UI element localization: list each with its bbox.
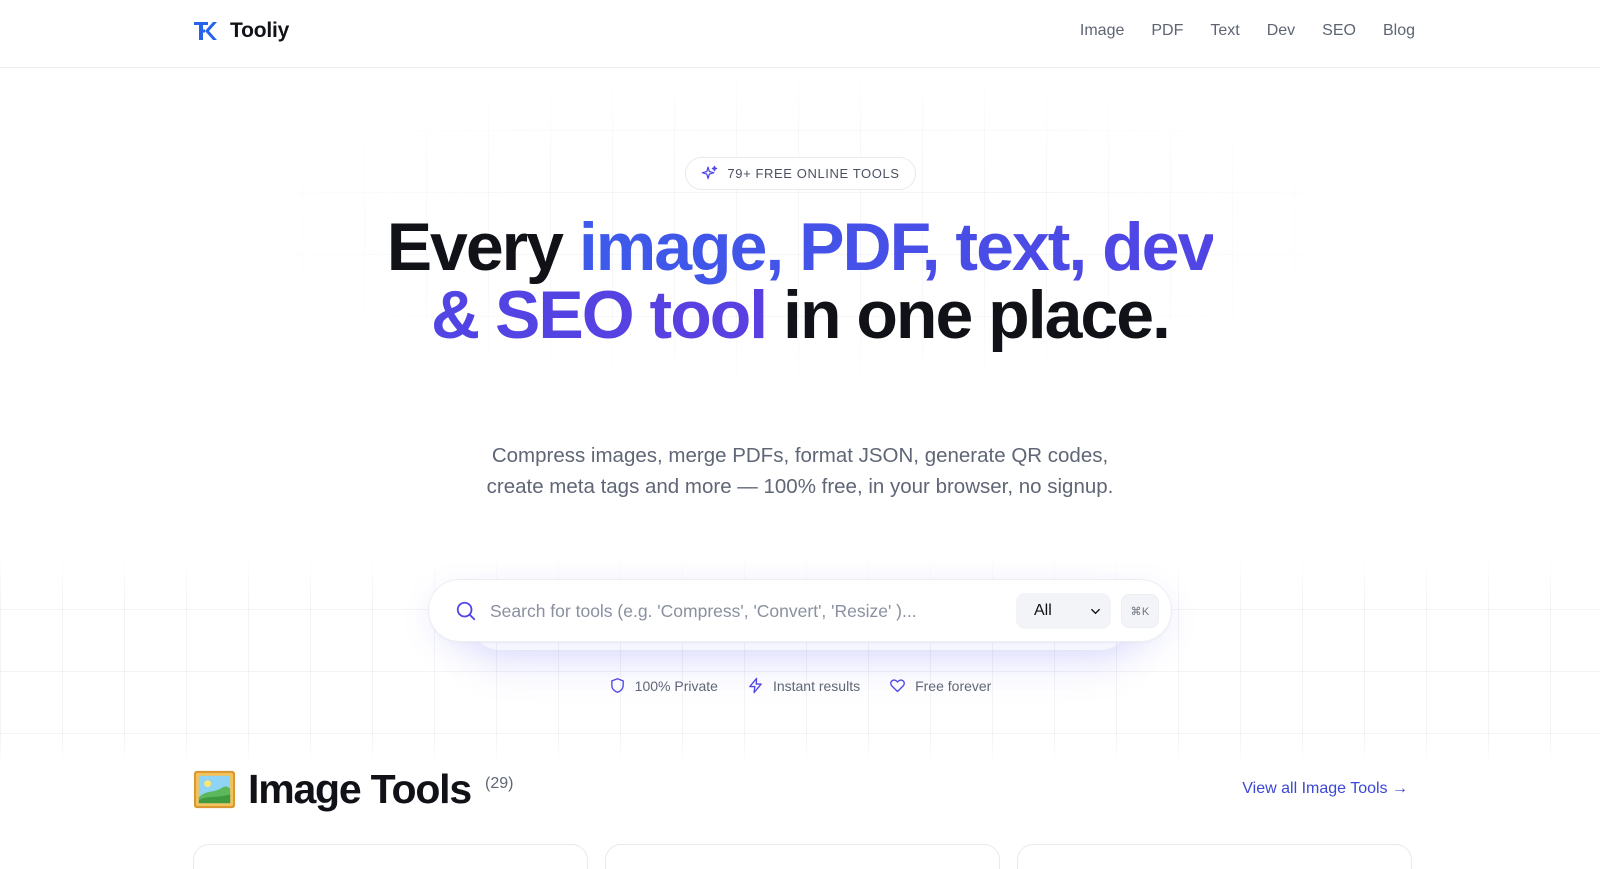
brand[interactable]: Tooliy [192, 18, 289, 44]
tooliy-logo-icon [194, 22, 217, 40]
tool-card[interactable] [605, 844, 1000, 869]
feature-label: 100% Private [634, 677, 718, 694]
feature-list: 100% Private Instant results Free foreve… [0, 677, 1600, 694]
headline-lead: Every [386, 209, 579, 285]
brand-name: Tooliy [230, 19, 290, 42]
hero-headline: Every image, PDF, text, dev & SEO tool i… [380, 213, 1220, 349]
view-all-image-tools-link[interactable]: View all Image Tools → [1242, 780, 1408, 798]
tools-count-badge: 79+ FREE ONLINE TOOLS [685, 157, 916, 190]
search-icon [456, 601, 476, 621]
search-bar: All ⌘K [428, 579, 1172, 642]
nav-image[interactable]: Image [1080, 22, 1124, 40]
nav-text[interactable]: Text [1210, 22, 1239, 40]
badge-label: 79+ FREE ONLINE TOOLS [727, 166, 900, 181]
feature-instant: Instant results [747, 677, 860, 694]
sparkle-icon [702, 165, 718, 180]
image-tools-section-header: Image Tools (29) [193, 766, 513, 813]
nav-pdf[interactable]: PDF [1151, 22, 1183, 40]
tool-card[interactable] [1017, 844, 1412, 869]
shield-icon [610, 678, 624, 693]
keyboard-shortcut-hint: ⌘K [1121, 594, 1159, 628]
framed-picture-icon [193, 770, 236, 809]
feature-label: Free forever [915, 677, 992, 694]
category-filter-value: All [1034, 602, 1052, 619]
feature-free: Free forever [889, 677, 991, 694]
feature-private: 100% Private [609, 677, 718, 694]
chevron-down-icon [1091, 608, 1100, 615]
main-nav: Image PDF Text Dev SEO Blog [1080, 22, 1415, 40]
headline-trail: in one place. [766, 277, 1171, 353]
lightning-icon [749, 677, 762, 694]
section-title: Image Tools [248, 766, 472, 812]
category-filter-select[interactable]: All [1016, 593, 1111, 629]
nav-seo[interactable]: SEO [1322, 22, 1356, 40]
feature-label: Instant results [772, 677, 861, 694]
heart-icon [890, 679, 905, 693]
hero-subtitle: Compress images, merge PDFs, format JSON… [486, 444, 1114, 498]
nav-dev[interactable]: Dev [1267, 22, 1295, 40]
tool-card[interactable] [193, 844, 588, 869]
site-header: Tooliy Image PDF Text Dev SEO Blog [0, 0, 1600, 68]
section-count: (29) [484, 775, 514, 792]
search-input[interactable] [490, 594, 950, 628]
nav-blog[interactable]: Blog [1383, 22, 1415, 40]
tool-card-list [193, 844, 1412, 869]
